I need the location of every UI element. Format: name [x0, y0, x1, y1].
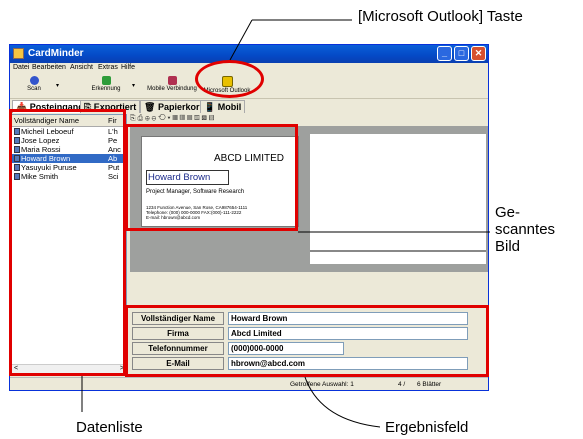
callout-leaders — [81, 19, 490, 428]
outlook-leader-line — [229, 19, 253, 61]
result-field-leader-line — [304, 376, 381, 428]
